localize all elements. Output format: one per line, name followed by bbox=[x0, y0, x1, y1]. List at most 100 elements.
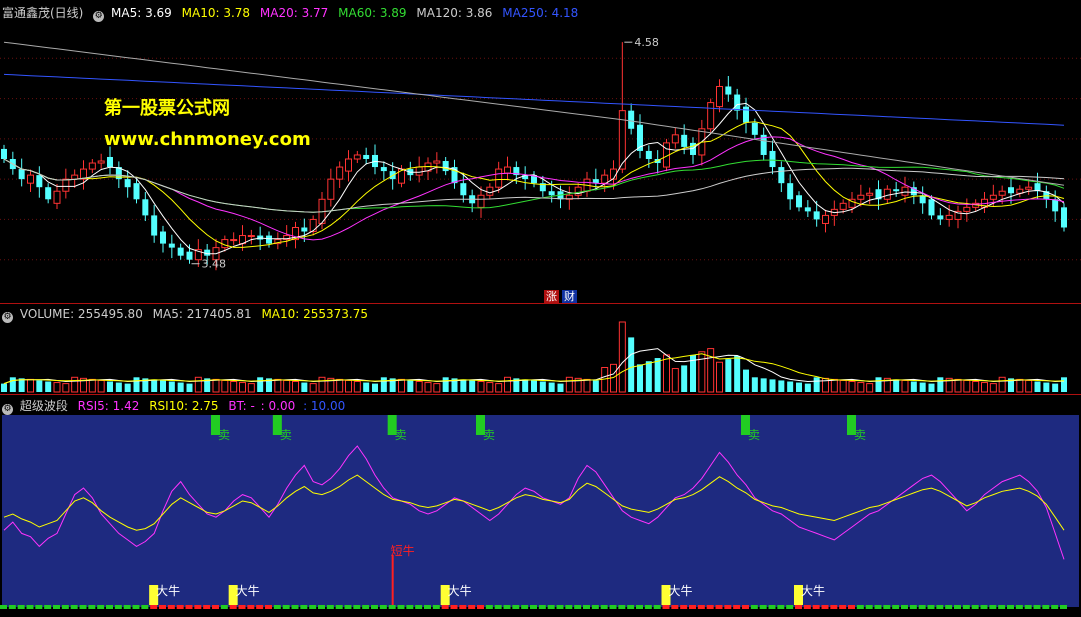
candle-up bbox=[822, 214, 829, 224]
volume-bar-down bbox=[743, 369, 749, 392]
status-strip-cell bbox=[697, 605, 705, 609]
candle-up bbox=[963, 206, 971, 212]
volume-bar-down bbox=[363, 382, 370, 392]
status-strip-cell bbox=[556, 605, 564, 609]
status-strip-cell bbox=[1007, 605, 1014, 609]
status-strip-cell bbox=[909, 605, 917, 609]
volume-bar-down bbox=[875, 377, 882, 392]
volume-bar-down bbox=[778, 380, 785, 392]
status-strip-cell bbox=[273, 605, 281, 609]
zhang-tag[interactable]: 涨 bbox=[544, 290, 559, 303]
candle-up bbox=[716, 85, 723, 108]
status-strip-cell bbox=[53, 605, 60, 609]
status-strip-cell bbox=[388, 605, 396, 609]
status-strip-cell bbox=[591, 605, 599, 609]
volume-bar-up bbox=[698, 351, 706, 393]
candle-up bbox=[504, 166, 511, 174]
volume-bar-down bbox=[469, 380, 476, 392]
volume-bar-up bbox=[194, 376, 202, 393]
volume-bar-up bbox=[954, 378, 962, 393]
low-price-label: 3.48 bbox=[202, 258, 227, 271]
status-strip-cell bbox=[927, 605, 935, 609]
candle-down bbox=[804, 207, 811, 212]
candle-down bbox=[363, 154, 370, 159]
cai-tag[interactable]: 财 bbox=[562, 290, 577, 303]
volume-bar-down bbox=[115, 382, 122, 392]
candle-down bbox=[186, 251, 193, 260]
volume-chart[interactable] bbox=[0, 304, 1081, 395]
candle-up bbox=[415, 166, 423, 176]
volume-bar-up bbox=[239, 382, 246, 393]
sell-signal-label: 卖 bbox=[748, 428, 760, 442]
status-strip-cell bbox=[839, 605, 847, 609]
volume-bar-up bbox=[336, 378, 344, 393]
volume-ma10-line bbox=[3, 353, 1065, 385]
volume-bar-up bbox=[27, 378, 34, 393]
candle-up bbox=[477, 194, 485, 208]
volume-bar-down bbox=[36, 380, 43, 392]
status-strip-cell bbox=[583, 605, 590, 609]
volume-bar-down bbox=[522, 379, 529, 392]
volume-bar-up bbox=[504, 376, 511, 393]
status-strip-cell bbox=[97, 605, 105, 609]
volume-bar-down bbox=[45, 381, 52, 392]
volume-bar-down bbox=[751, 377, 758, 392]
volume-bar-down bbox=[725, 359, 732, 392]
candle-up bbox=[27, 174, 34, 184]
status-strip-cell bbox=[159, 605, 166, 609]
status-strip-cell bbox=[706, 605, 714, 609]
volume-bar-up bbox=[1025, 379, 1033, 393]
status-strip-cell bbox=[141, 605, 149, 609]
candle-down bbox=[124, 179, 131, 188]
status-strip-cell bbox=[1060, 605, 1067, 609]
status-strip-cell bbox=[856, 605, 864, 609]
candle-down bbox=[743, 106, 749, 123]
candle-up bbox=[707, 102, 715, 130]
volume-bar-down bbox=[372, 383, 378, 392]
volume-bar-down bbox=[937, 377, 944, 392]
status-strip-cell bbox=[653, 605, 661, 609]
candle-down bbox=[133, 183, 140, 200]
candle-down bbox=[893, 189, 900, 192]
status-strip-cell bbox=[459, 605, 467, 609]
volume-bar-down bbox=[124, 383, 131, 392]
status-strip-cell bbox=[167, 605, 175, 609]
status-strip-cell bbox=[821, 605, 829, 609]
candlestick-chart[interactable]: 4.58 3.48 bbox=[0, 0, 1081, 304]
candle-up bbox=[901, 186, 909, 196]
volume-bar-down bbox=[1052, 383, 1059, 392]
candle-down bbox=[1061, 207, 1067, 228]
status-strip-cell bbox=[777, 605, 785, 609]
status-strip-cell bbox=[530, 605, 537, 609]
bull-signal-label: 大牛 bbox=[669, 583, 693, 598]
wave-chart[interactable]: 卖 卖 卖 卖 卖 卖大牛 大牛 大牛 大牛 大牛 短牛 bbox=[0, 395, 1081, 617]
status-strip-cell bbox=[88, 605, 96, 609]
volume-bar-down bbox=[769, 379, 776, 392]
candle-down bbox=[301, 227, 308, 232]
status-strip-cell bbox=[185, 605, 193, 609]
volume-bar-down bbox=[133, 377, 140, 392]
volume-bar-down bbox=[1034, 381, 1041, 392]
wave-background bbox=[2, 415, 1079, 607]
candle-down bbox=[45, 187, 52, 200]
candle-down bbox=[266, 235, 272, 244]
status-strip-cell bbox=[1051, 605, 1059, 609]
status-strip-cell bbox=[406, 605, 414, 609]
volume-bar-up bbox=[583, 378, 591, 393]
candle-up bbox=[601, 174, 609, 184]
candle-down bbox=[769, 150, 776, 168]
sell-signal-label: 卖 bbox=[854, 428, 866, 442]
status-strip-cell bbox=[547, 605, 555, 609]
status-strip-cell bbox=[971, 605, 979, 609]
status-strip-cell bbox=[79, 605, 87, 609]
volume-bar-down bbox=[760, 378, 767, 392]
status-strip-cell bbox=[123, 605, 131, 609]
volume-bar-down bbox=[919, 382, 926, 392]
volume-bar-down bbox=[9, 377, 16, 392]
status-strip-cell bbox=[432, 605, 440, 609]
status-strip-cell bbox=[35, 605, 43, 609]
candle-up bbox=[327, 178, 335, 200]
candle-down bbox=[142, 199, 149, 216]
status-strip-cell bbox=[203, 605, 211, 609]
volume-bar-up bbox=[565, 376, 573, 393]
